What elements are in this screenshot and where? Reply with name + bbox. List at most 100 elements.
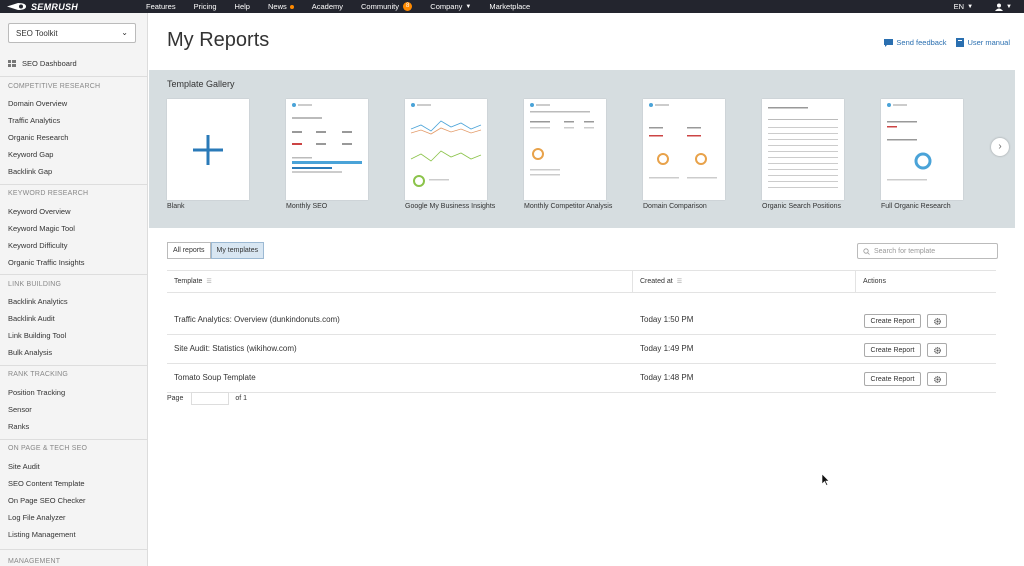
report-tabs: All reports My templates (167, 242, 265, 259)
template-card-organic-search-positions[interactable] (762, 99, 844, 200)
settings-button[interactable] (927, 343, 947, 357)
template-card-google-my-business-insights[interactable] (405, 99, 487, 200)
main-content: My Reports Send feedback User manual Tem… (149, 13, 1024, 566)
created-at: Today 1:48 PM (640, 373, 694, 382)
nav-company[interactable]: Company ▼ (430, 2, 471, 11)
sidebar-item-backlink-analytics[interactable]: Backlink Analytics (8, 297, 68, 306)
sidebar-item-bulk-analysis[interactable]: Bulk Analysis (8, 348, 52, 357)
nav-pricing[interactable]: Pricing (194, 2, 217, 11)
language-selector[interactable]: EN ▼ (954, 2, 973, 11)
nav-community-label: Community (361, 2, 399, 11)
sidebar-divider (0, 274, 147, 275)
sidebar-divider (0, 439, 147, 440)
sidebar-item-keyword-gap[interactable]: Keyword Gap (8, 150, 53, 159)
user-manual-link[interactable]: User manual (956, 38, 1010, 47)
nav-news-label: News (267, 2, 287, 11)
tab-all-reports[interactable]: All reports (167, 242, 211, 259)
sidebar-item-keyword-difficulty[interactable]: Keyword Difficulty (8, 241, 67, 250)
settings-button[interactable] (927, 372, 947, 386)
row-divider (167, 334, 996, 335)
user-icon (995, 3, 1004, 11)
sidebar-item-keyword-magic-tool[interactable]: Keyword Magic Tool (8, 224, 75, 233)
sidebar-item-log-file-analyzer[interactable]: Log File Analyzer (8, 513, 66, 522)
template-card-domain-comparison[interactable] (643, 99, 725, 200)
template-name[interactable]: Traffic Analytics: Overview (dunkindonut… (174, 315, 340, 324)
plus-icon (193, 135, 223, 165)
sidebar: SEO Toolkit ⌄ SEO Dashboard COMPETITIVE … (0, 13, 148, 566)
user-manual-label: User manual (967, 38, 1010, 47)
page-number-input[interactable] (191, 392, 230, 405)
template-card-label: Full Organic Research (881, 203, 951, 210)
sidebar-section-management: MANAGEMENT (8, 558, 61, 565)
report-thumbnail (530, 103, 594, 176)
chevron-down-icon: ⌄ (121, 28, 128, 37)
column-header-created-at[interactable]: Created at ☰ (640, 270, 682, 292)
sidebar-section-rank-tracking: RANK TRACKING (8, 371, 69, 378)
tab-my-templates[interactable]: My templates (210, 242, 265, 259)
nav-news[interactable]: News (268, 2, 294, 11)
logo-text: SEMRUSH (31, 1, 79, 12)
caret-down-icon: ▼ (465, 3, 472, 10)
create-report-button[interactable]: Create Report (864, 343, 921, 357)
report-thumbnail (649, 103, 717, 179)
create-report-button[interactable]: Create Report (864, 372, 921, 386)
send-feedback-label: Send feedback (896, 38, 947, 47)
sidebar-item-site-audit[interactable]: Site Audit (8, 462, 40, 471)
page-title: My Reports (167, 29, 270, 51)
sidebar-item-sensor[interactable]: Sensor (8, 405, 32, 414)
template-gallery: Template Gallery Blank Monthly SEO Googl… (149, 70, 1015, 228)
book-icon (956, 38, 965, 47)
sidebar-item-on-page-seo-checker[interactable]: On Page SEO Checker (8, 496, 86, 505)
nav-features[interactable]: Features (146, 2, 176, 11)
community-badge: 8 (402, 2, 413, 11)
sidebar-item-ranks[interactable]: Ranks (8, 422, 29, 431)
sidebar-item-domain-overview[interactable]: Domain Overview (8, 99, 67, 108)
gear-icon (933, 375, 941, 383)
template-name[interactable]: Site Audit: Statistics (wikihow.com) (174, 344, 297, 353)
user-menu[interactable]: ▼ (995, 3, 1012, 11)
nav-company-label: Company (430, 2, 463, 11)
nav-marketplace[interactable]: Marketplace (489, 2, 530, 11)
mouse-cursor-icon (822, 474, 830, 486)
column-header-label: Template (174, 277, 203, 285)
template-card-monthly-competitor-analysis[interactable] (524, 99, 606, 200)
template-card-label: Monthly SEO (286, 203, 328, 210)
column-header-template[interactable]: Template ☰ (174, 270, 212, 292)
toolkit-select[interactable]: SEO Toolkit ⌄ (8, 23, 136, 43)
create-report-button[interactable]: Create Report (864, 314, 921, 328)
template-name[interactable]: Tomato Soup Template (174, 373, 256, 382)
sidebar-item-traffic-analytics[interactable]: Traffic Analytics (8, 116, 60, 125)
sidebar-section-keyword-research: KEYWORD RESEARCH (8, 190, 89, 197)
sidebar-item-position-tracking[interactable]: Position Tracking (8, 388, 65, 397)
pagination: Page of 1 (167, 392, 247, 405)
settings-button[interactable] (927, 314, 947, 328)
sidebar-item-seo-dashboard[interactable]: SEO Dashboard (8, 59, 77, 68)
sidebar-section-link-building: LINK BUILDING (8, 281, 62, 288)
sidebar-item-seo-content-template[interactable]: SEO Content Template (8, 479, 85, 488)
template-card-full-organic-research[interactable] (881, 99, 963, 200)
search-input[interactable]: Search for template (857, 243, 998, 259)
sidebar-item-keyword-overview[interactable]: Keyword Overview (8, 207, 71, 216)
column-divider (855, 270, 856, 292)
report-thumbnail (768, 107, 838, 188)
sidebar-item-organic-research[interactable]: Organic Research (8, 133, 68, 142)
chat-bubble-icon (884, 38, 894, 47)
sidebar-item-backlink-audit[interactable]: Backlink Audit (8, 314, 55, 323)
template-card-monthly-seo[interactable] (286, 99, 368, 200)
nav-help[interactable]: Help (235, 2, 250, 11)
template-card-blank[interactable] (167, 99, 249, 200)
sidebar-item-link-building-tool[interactable]: Link Building Tool (8, 331, 66, 340)
report-thumbnail (887, 103, 932, 181)
semrush-logo[interactable]: SEMRUSH (6, 1, 78, 12)
gear-icon (933, 317, 941, 325)
gallery-next-button[interactable]: › (991, 138, 1009, 156)
nav-community[interactable]: Community 8 (361, 2, 413, 11)
sidebar-divider (0, 549, 147, 550)
nav-academy[interactable]: Academy (312, 2, 343, 11)
sidebar-item-backlink-gap[interactable]: Backlink Gap (8, 167, 52, 176)
sidebar-item-listing-management[interactable]: Listing Management (8, 530, 76, 539)
sidebar-item-organic-traffic-insights[interactable]: Organic Traffic Insights (8, 258, 85, 267)
template-card-label: Blank (167, 203, 185, 210)
send-feedback-link[interactable]: Send feedback (884, 38, 946, 47)
template-card-label: Google My Business Insights (405, 203, 496, 210)
